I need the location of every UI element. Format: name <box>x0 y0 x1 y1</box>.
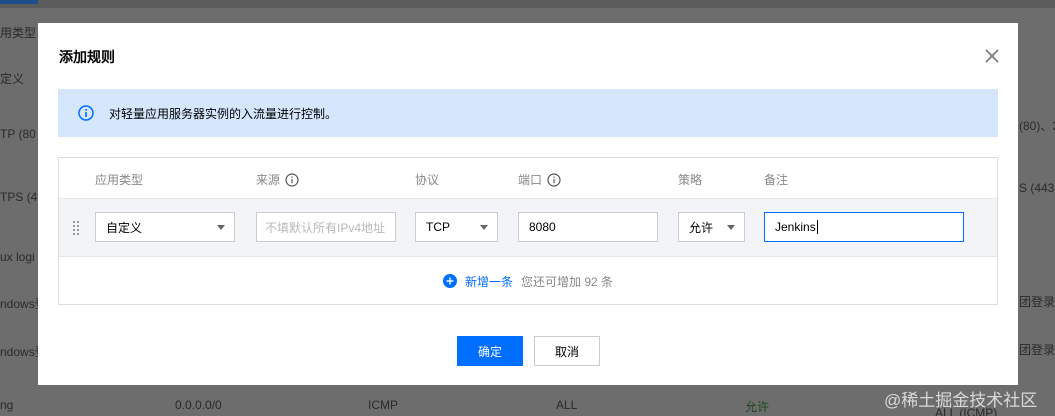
background-text: (80)、3 <box>1019 119 1055 133</box>
background-text: 用类型 <box>0 26 37 40</box>
add-rule-dialog: 添加规则 对轻量应用服务器实例的入流量进行控制。 应用类型 来源 协议 端口 策… <box>38 23 1018 385</box>
background-text: ng <box>0 398 14 412</box>
column-header-port: 端口 <box>518 171 561 188</box>
drag-handle-icon[interactable] <box>73 221 81 235</box>
column-header-app-type: 应用类型 <box>95 173 144 187</box>
info-banner: 对轻量应用服务器实例的入流量进行控制。 <box>58 89 998 137</box>
background-text: 团登录 <box>1019 295 1055 309</box>
background-text: S (443) <box>1019 181 1055 195</box>
column-header-source: 来源 <box>256 171 299 188</box>
info-icon[interactable] <box>547 172 561 187</box>
close-icon <box>985 49 999 63</box>
background-text: TP (80 <box>0 127 36 141</box>
confirm-button[interactable]: 确定 <box>457 336 523 366</box>
dialog-title: 添加规则 <box>59 49 115 65</box>
background-text: TPS (4 <box>0 190 38 204</box>
chevron-down-icon <box>217 225 225 230</box>
port-input[interactable]: 8080 <box>518 212 658 242</box>
add-row-area: 新增一条 您还可增加 92 条 <box>59 258 997 304</box>
protocol-value: TCP <box>426 220 450 234</box>
text-cursor <box>816 220 818 234</box>
cancel-button[interactable]: 取消 <box>534 336 600 366</box>
background-text: 允许 <box>745 400 770 414</box>
background-text: ux logi <box>0 250 35 264</box>
port-value: 8080 <box>529 220 556 234</box>
rule-table: 应用类型 来源 协议 端口 策略 备注 自定义 不填默认所有IPv4地址 TCP… <box>58 157 998 305</box>
background-active-tab <box>0 0 38 4</box>
column-header-note: 备注 <box>764 173 789 187</box>
note-input[interactable]: Jenkins <box>764 212 964 242</box>
app-type-select[interactable]: 自定义 <box>95 212 235 242</box>
table-row: 自定义 不填默认所有IPv4地址 TCP 8080 允许 Jenkins <box>59 198 997 257</box>
watermark: @稀土掘金技术社区 <box>884 391 1038 410</box>
background-topbar <box>0 0 1055 8</box>
background-text: 团登录 <box>1019 343 1055 357</box>
info-icon <box>78 105 94 121</box>
protocol-select[interactable]: TCP <box>415 212 498 242</box>
background-text: 定义 <box>0 72 25 86</box>
app-type-value: 自定义 <box>106 220 143 235</box>
policy-value: 允许 <box>689 220 714 235</box>
chevron-down-icon <box>727 225 735 230</box>
table-header: 应用类型 来源 协议 端口 策略 备注 <box>59 158 997 198</box>
info-icon[interactable] <box>285 172 299 187</box>
background-text: ICMP <box>368 398 398 412</box>
background-text: ALL <box>556 398 578 412</box>
background-text: 0.0.0.0/0 <box>175 398 222 412</box>
note-value: Jenkins <box>775 220 816 234</box>
column-header-protocol: 协议 <box>415 173 440 187</box>
plus-circle-icon[interactable] <box>442 274 457 288</box>
source-placeholder: 不填默认所有IPv4地址 <box>265 220 386 235</box>
add-row-hint: 您还可增加 92 条 <box>520 274 614 289</box>
info-text: 对轻量应用服务器实例的入流量进行控制。 <box>109 106 338 121</box>
add-row-link[interactable]: 新增一条 <box>465 273 513 290</box>
policy-select[interactable]: 允许 <box>678 212 745 242</box>
chevron-down-icon <box>480 225 488 230</box>
column-header-policy: 策略 <box>678 173 703 187</box>
source-input[interactable]: 不填默认所有IPv4地址 <box>256 212 396 242</box>
close-button[interactable] <box>983 47 1001 65</box>
